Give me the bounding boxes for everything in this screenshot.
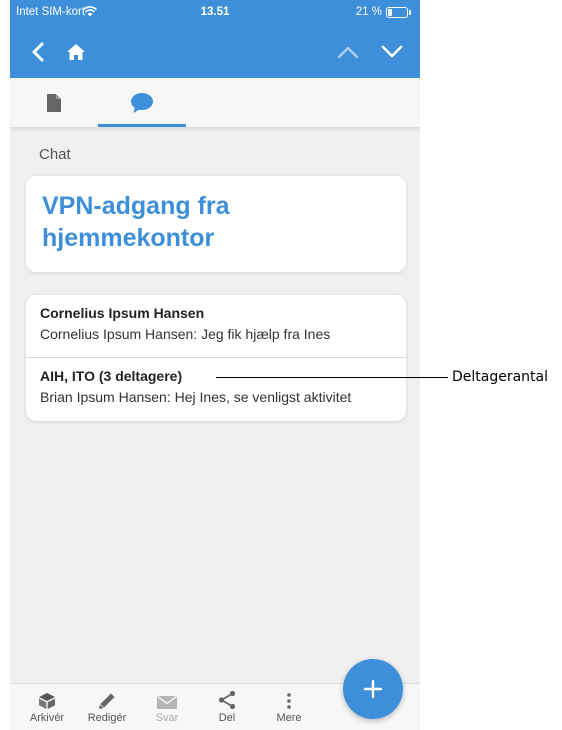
callout-line: [216, 377, 448, 378]
reply-label: Svar: [155, 712, 179, 724]
archive-label: Arkivér: [29, 712, 65, 724]
share-button[interactable]: Del: [199, 688, 255, 730]
share-icon: [217, 688, 237, 710]
status-bar: Intet SIM-kort 13.51 21 %: [10, 0, 420, 26]
battery-percentage: 21 %: [355, 6, 382, 18]
battery-tip: [409, 10, 411, 15]
chat-preview: Brian Ipsum Hansen: Hej Ines, se venligs…: [40, 389, 352, 405]
share-label: Del: [218, 712, 236, 724]
tab-bar: [10, 78, 420, 128]
battery-icon: [386, 7, 408, 18]
home-button[interactable]: [60, 36, 92, 68]
more-button[interactable]: Mere: [261, 688, 317, 730]
chat-name: AIH, ITO (3 deltagere): [40, 368, 183, 384]
home-icon: [67, 44, 85, 60]
envelope-icon: [156, 688, 178, 710]
more-vertical-icon: [286, 688, 292, 710]
tab-document[interactable]: [10, 78, 98, 128]
selected-tab-indicator: [98, 124, 186, 127]
document-icon: [47, 94, 61, 112]
edit-label: Redigér: [87, 712, 127, 724]
chat-name: Cornelius Ipsum Hansen: [40, 305, 205, 321]
edit-button[interactable]: Redigér: [79, 688, 135, 730]
phone-screen: Intet SIM-kort 13.51 21 % Chat VPN-adgan…: [10, 0, 420, 730]
back-button[interactable]: [22, 36, 54, 68]
chevron-up-icon: [337, 46, 359, 59]
previous-item-button[interactable]: [332, 36, 364, 68]
archive-button[interactable]: Arkivér: [19, 688, 75, 730]
next-item-button[interactable]: [376, 36, 408, 68]
chat-bubble-icon: [131, 93, 153, 113]
tab-chat[interactable]: [98, 78, 186, 128]
chevron-left-icon: [32, 42, 44, 62]
pencil-icon: [98, 688, 116, 710]
section-label: Chat: [39, 146, 71, 163]
chat-preview: Cornelius Ipsum Hansen: Jeg fik hjælp fr…: [40, 326, 331, 342]
more-label: Mere: [276, 712, 302, 724]
title-card: VPN-adgang fra hjemmekontor: [26, 176, 406, 272]
chevron-down-icon: [381, 45, 403, 58]
chat-list-item[interactable]: AIH, ITO (3 deltagere) Brian Ipsum Hanse…: [26, 358, 406, 421]
chat-list: Cornelius Ipsum Hansen Cornelius Ipsum H…: [26, 295, 406, 421]
navigation-bar: [10, 26, 420, 78]
add-button[interactable]: [343, 659, 403, 719]
callout-label: Deltagerantal: [452, 369, 549, 385]
reply-button[interactable]: Svar: [139, 688, 195, 730]
plus-icon: [363, 679, 383, 699]
page-title: VPN-adgang fra hjemmekontor: [42, 192, 230, 252]
archive-icon: [37, 688, 57, 710]
chat-list-item[interactable]: Cornelius Ipsum Hansen Cornelius Ipsum H…: [26, 295, 406, 358]
